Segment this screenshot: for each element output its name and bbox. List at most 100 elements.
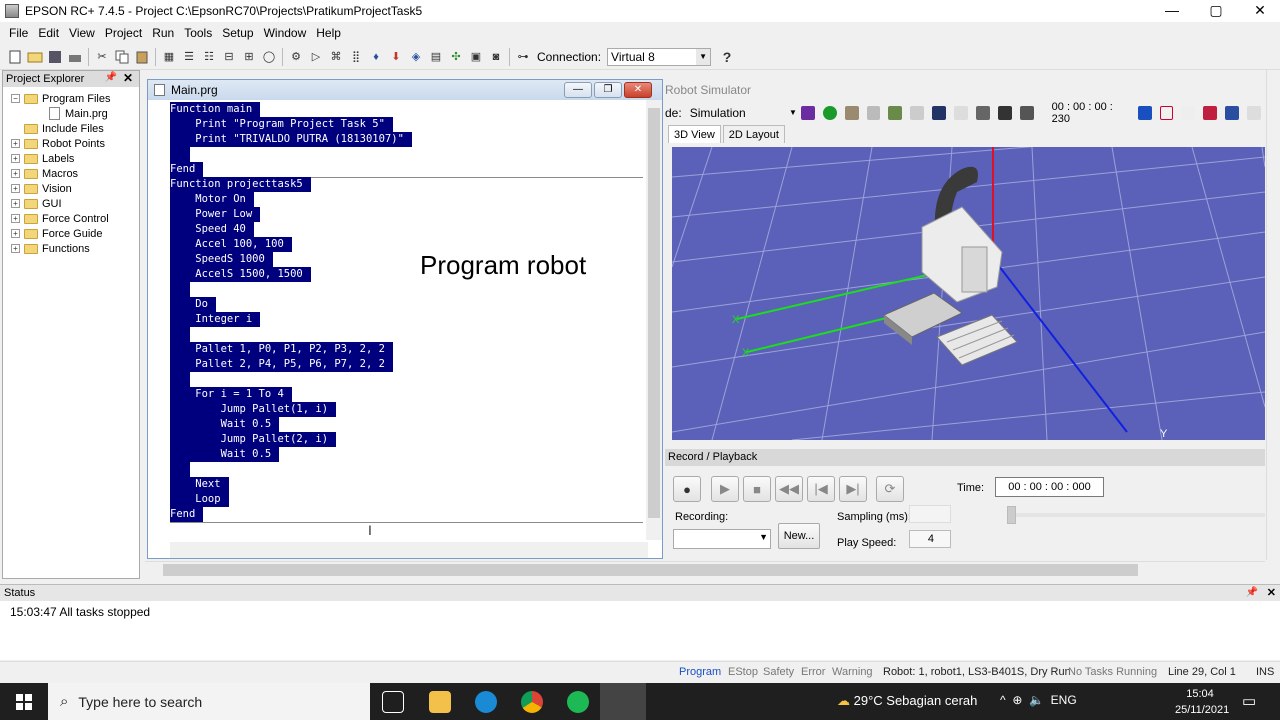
camera-icon[interactable] (932, 106, 947, 120)
epson-rc-taskbar-button[interactable] (600, 683, 646, 720)
maximize-button[interactable]: ▢ (1194, 0, 1238, 22)
editor-horizontal-scrollbar[interactable] (170, 542, 648, 558)
menu-help[interactable]: Help (311, 26, 346, 40)
code-line[interactable]: Fend (170, 507, 645, 522)
move-icon[interactable] (1181, 106, 1196, 120)
play-button[interactable]: ▶ (711, 476, 739, 502)
comment-icon[interactable]: ⊟ (221, 49, 237, 65)
system-clock[interactable]: 15:04 25/11/2021 (1175, 686, 1229, 718)
tree-item-include-files[interactable]: Include Files (3, 121, 139, 136)
save-all-icon[interactable] (47, 49, 63, 65)
view-icon[interactable] (1247, 106, 1261, 120)
code-line[interactable]: Power Low (170, 207, 645, 222)
help-icon[interactable]: ? (719, 49, 735, 65)
code-line[interactable]: Print "Program Project Task 5" (170, 117, 645, 132)
code-line[interactable]: Loop (170, 492, 645, 507)
paste-icon[interactable] (134, 49, 150, 65)
tree-item-labels[interactable]: + Labels (3, 151, 139, 166)
mode-select[interactable]: Simulation ▼ (690, 104, 797, 122)
disabled-icon[interactable]: ◯ (261, 49, 277, 65)
tab-2d-layout[interactable]: 2D Layout (722, 125, 785, 143)
expand-icon[interactable]: + (11, 154, 20, 163)
vision-icon[interactable]: ◈ (408, 49, 424, 65)
sampling-field[interactable] (909, 505, 951, 523)
skip-forward-button[interactable]: ▶| (839, 476, 867, 502)
rotate-icon[interactable] (1225, 106, 1240, 120)
tree-item-macros[interactable]: + Macros (3, 166, 139, 181)
spotify-icon[interactable] (567, 691, 589, 713)
tree-item-vision[interactable]: + Vision (3, 181, 139, 196)
expand-icon[interactable]: + (11, 214, 20, 223)
code-line[interactable]: Next (170, 477, 645, 492)
tree-item-main-prg[interactable]: Main.prg (3, 106, 139, 121)
close-icon[interactable]: ✕ (123, 71, 133, 85)
play-speed-stepper[interactable]: 4 (909, 530, 951, 548)
expand-icon[interactable]: + (11, 169, 20, 178)
tree-item-program-files[interactable]: − Program Files (3, 91, 139, 106)
code-line[interactable]: Print "TRIVALDO PUTRA (18130107)" (170, 132, 645, 147)
edge-icon[interactable] (475, 691, 497, 713)
menu-file[interactable]: File (4, 26, 33, 40)
robot-manager-icon[interactable]: ♦ (368, 49, 384, 65)
robot-icon[interactable] (910, 106, 925, 120)
editor-minimize-button[interactable]: — (564, 82, 592, 98)
open-folder-icon[interactable] (27, 49, 43, 65)
code-line[interactable]: Fend (170, 162, 645, 177)
editor-vertical-scrollbar[interactable] (646, 100, 662, 540)
indent-icon[interactable]: ☰ (181, 49, 197, 65)
tree-item-force-control[interactable]: + Force Control (3, 211, 139, 226)
recording-select[interactable]: ▼ (673, 529, 771, 549)
tree-item-force-guide[interactable]: + Force Guide (3, 226, 139, 241)
collision-icon[interactable] (1159, 106, 1174, 120)
scroll-thumb[interactable] (648, 108, 660, 518)
code-line[interactable]: Speed 40 (170, 222, 645, 237)
menu-run[interactable]: Run (147, 26, 179, 40)
pin-icon[interactable]: 📌 (105, 72, 117, 83)
code-line[interactable]: Pallet 2, P4, P5, P6, P7, 2, 2 (170, 357, 645, 372)
chrome-icon[interactable] (521, 691, 543, 713)
code-line[interactable]: For i = 1 To 4 (170, 387, 645, 402)
collapse-icon[interactable]: − (11, 94, 20, 103)
grid-icon[interactable] (975, 106, 990, 120)
download-icon[interactable]: ⬇ (388, 49, 404, 65)
code-line[interactable]: Wait 0.5 (170, 447, 645, 462)
code-line[interactable]: Jump Pallet(1, i) (170, 402, 645, 417)
cylinder-icon[interactable] (844, 106, 859, 120)
expand-icon[interactable]: + (11, 184, 20, 193)
task-view-icon[interactable] (382, 691, 404, 713)
outdent-icon[interactable]: ☷ (201, 49, 217, 65)
skip-back-button[interactable]: |◀ (807, 476, 835, 502)
code-editor[interactable]: Function main Print "Program Project Tas… (170, 102, 645, 552)
command-window-icon[interactable]: ⌘ (328, 49, 344, 65)
record-button[interactable]: ● (673, 476, 701, 502)
uncomment-icon[interactable]: ⊞ (241, 49, 257, 65)
code-line[interactable]: Pallet 1, P0, P1, P2, P3, 2, 2 (170, 342, 645, 357)
reset-origin-icon[interactable] (1137, 106, 1152, 120)
undo-icon[interactable] (954, 106, 968, 120)
menu-project[interactable]: Project (100, 26, 147, 40)
code-line[interactable] (170, 282, 645, 297)
cut-icon[interactable]: ✂ (94, 49, 110, 65)
tab-3d-view[interactable]: 3D View (668, 125, 721, 143)
close-button[interactable]: ✕ (1238, 0, 1280, 22)
code-line[interactable]: Do (170, 297, 645, 312)
expand-icon[interactable]: + (11, 229, 20, 238)
menu-setup[interactable]: Setup (217, 26, 258, 40)
minimize-button[interactable]: — (1150, 0, 1194, 22)
monitor-icon[interactable] (997, 106, 1012, 120)
tree-item-gui[interactable]: + GUI (3, 196, 139, 211)
close-icon[interactable]: ✕ (1267, 585, 1276, 601)
code-line[interactable]: Jump Pallet(2, i) (170, 432, 645, 447)
rewind-button[interactable]: ◀◀ (775, 476, 803, 502)
force-icon[interactable]: ✣ (448, 49, 464, 65)
sphere-icon[interactable] (822, 106, 837, 120)
pin-icon[interactable]: 📌 (1246, 585, 1258, 601)
print-icon[interactable] (67, 49, 83, 65)
code-line[interactable]: Motor On (170, 192, 645, 207)
simulator-vertical-scrollbar[interactable] (1266, 70, 1280, 560)
io-monitor-icon[interactable]: ⣿ (348, 49, 364, 65)
time-field[interactable]: 00 : 00 : 00 : 000 (995, 477, 1104, 497)
stop-button[interactable]: ■ (743, 476, 771, 502)
code-line[interactable] (170, 462, 645, 477)
build-icon[interactable]: ⚙ (288, 49, 304, 65)
